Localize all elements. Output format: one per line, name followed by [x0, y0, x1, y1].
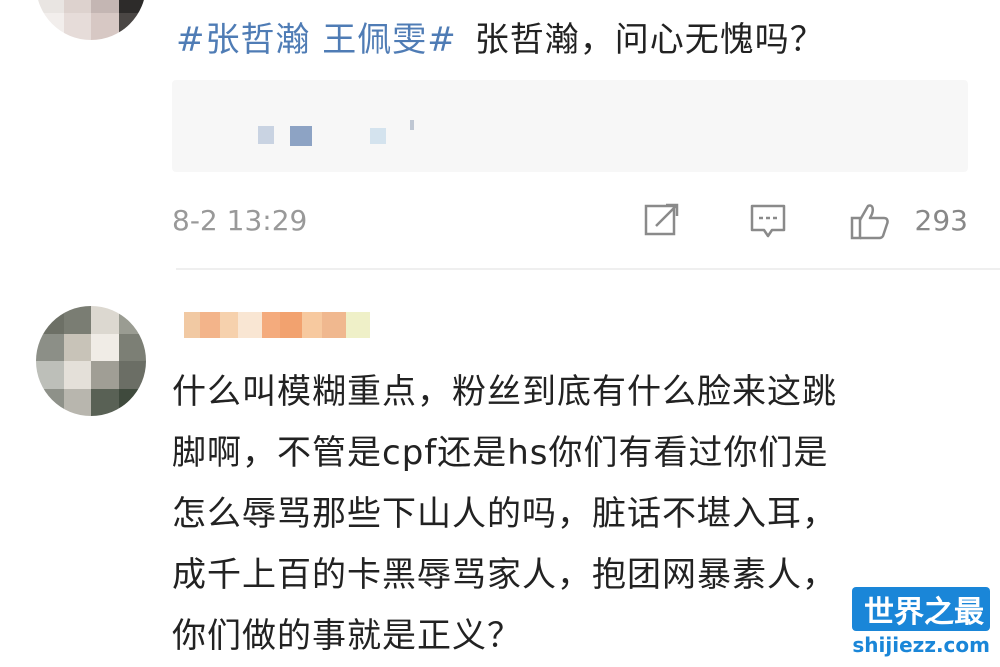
repost-icon[interactable]: [642, 200, 682, 244]
embedded-content-card[interactable]: [172, 80, 968, 172]
post-title: #张哲瀚 王佩雯# 张哲瀚，问心无愧吗？: [176, 12, 825, 61]
blurred-content: [410, 120, 414, 130]
watermark-title: 世界之最: [852, 587, 990, 631]
like-count: 293: [914, 204, 968, 237]
watermark-domain: shijiezz.com: [852, 633, 990, 657]
comment-line: 什么叫模糊重点，粉丝到底有什么脸来这跳: [172, 372, 837, 412]
avatar[interactable]: [36, 0, 146, 40]
post-meta-row: 8-2 13:29 293: [172, 200, 968, 244]
topic-hashtag-link[interactable]: #张哲瀚 王佩雯#: [176, 20, 457, 60]
blurred-content: [258, 126, 274, 144]
site-watermark: 世界之最 shijiezz.com: [852, 587, 990, 657]
blurred-content: [290, 126, 312, 146]
comment-icon[interactable]: [748, 200, 788, 246]
post-text: 张哲瀚，问心无愧吗？: [474, 20, 825, 60]
like-icon[interactable]: [848, 200, 892, 248]
blurred-content: [370, 128, 386, 144]
comment-line: 怎么辱骂那些下山人的吗，脏话不堪入耳，: [172, 494, 837, 534]
divider: [176, 268, 1000, 270]
post-timestamp: 8-2 13:29: [172, 204, 308, 237]
commenter-avatar[interactable]: [36, 306, 146, 416]
comment-line: 脚啊，不管是cpf还是hs你们有看过你们是: [172, 433, 829, 473]
commenter-username[interactable]: [184, 312, 370, 338]
